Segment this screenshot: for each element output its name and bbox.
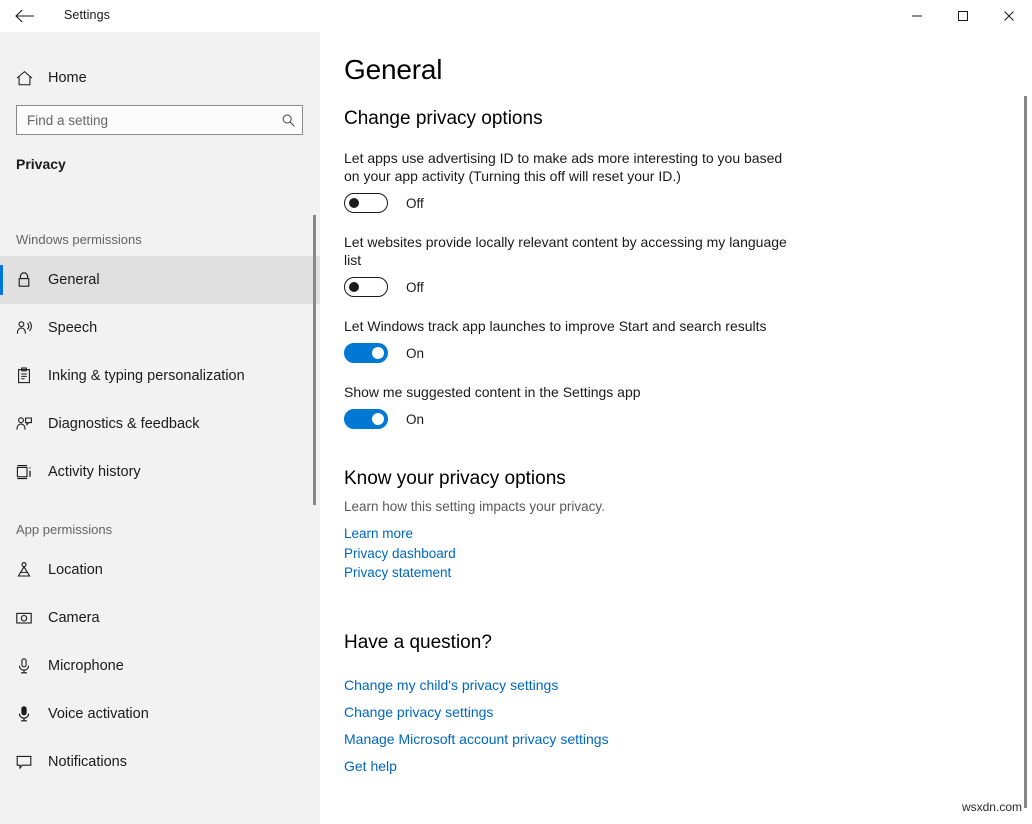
sidebar-item-activity-history[interactable]: Activity history — [0, 448, 320, 496]
sidebar-group-label-app-permissions: App permissions — [0, 512, 320, 546]
suggested-content-toggle[interactable] — [344, 409, 388, 429]
toggle-knob — [349, 282, 359, 292]
link-privacy-dashboard[interactable]: Privacy dashboard — [344, 544, 804, 564]
setting-toggle-row: Off — [344, 192, 804, 214]
link-change-privacy-settings[interactable]: Change privacy settings — [344, 699, 804, 726]
sidebar-item-camera[interactable]: Camera — [0, 594, 320, 642]
voice-activation-icon — [0, 705, 48, 723]
toggle-state-label: Off — [406, 196, 424, 211]
setting-app-launch-tracking: Let Windows track app launches to improv… — [344, 317, 804, 364]
app-launch-tracking-toggle[interactable] — [344, 343, 388, 363]
setting-description: Show me suggested content in the Setting… — [344, 383, 789, 401]
page-title: General — [344, 54, 442, 86]
maximize-button[interactable] — [940, 0, 986, 32]
language-list-toggle[interactable] — [344, 277, 388, 297]
sidebar-item-location[interactable]: Location — [0, 546, 320, 594]
window-title: Settings — [64, 8, 110, 22]
main-scrollbar-thumb[interactable] — [1024, 96, 1027, 808]
section-have-a-question: Have a question? Change my child's priva… — [344, 632, 804, 780]
setting-advertising-id: Let apps use advertising ID to make ads … — [344, 149, 804, 214]
close-button[interactable] — [986, 0, 1032, 32]
advertising-id-toggle[interactable] — [344, 193, 388, 213]
sidebar-item-inking-typing-personalization[interactable]: Inking & typing personalization — [0, 352, 320, 400]
watermark: wsxdn.com — [962, 800, 1022, 814]
toggle-state-label: On — [406, 346, 424, 361]
link-privacy-statement[interactable]: Privacy statement — [344, 563, 804, 583]
sidebar-item-label: Camera — [48, 610, 100, 626]
maximize-icon — [957, 10, 969, 22]
lock-icon — [0, 271, 48, 289]
sidebar-item-general[interactable]: General — [0, 256, 320, 304]
person-feedback-icon — [0, 415, 48, 433]
setting-toggle-row: Off — [344, 276, 804, 298]
toggle-state-label: Off — [406, 280, 424, 295]
sidebar-item-label: Location — [48, 562, 103, 578]
link-change-child-privacy-settings[interactable]: Change my child's privacy settings — [344, 672, 804, 699]
activity-history-icon — [0, 463, 48, 481]
back-arrow-icon — [15, 9, 35, 23]
sidebar-item-label: Diagnostics & feedback — [48, 416, 200, 432]
camera-icon — [0, 609, 48, 627]
section-heading: Know your privacy options — [344, 468, 804, 490]
sidebar-scrollbar-thumb[interactable] — [313, 215, 316, 505]
setting-toggle-row: On — [344, 342, 804, 364]
toggle-knob — [372, 347, 384, 359]
sidebar-item-microphone[interactable]: Microphone — [0, 642, 320, 690]
clipboard-pen-icon — [0, 367, 48, 385]
section-heading: Change privacy options — [344, 108, 804, 130]
setting-language-list: Let websites provide locally relevant co… — [344, 233, 804, 298]
setting-suggested-content: Show me suggested content in the Setting… — [344, 383, 804, 430]
sidebar-item-speech[interactable]: Speech — [0, 304, 320, 352]
sidebar-item-voice-activation[interactable]: Voice activation — [0, 690, 320, 738]
toggle-knob — [349, 198, 359, 208]
window-controls — [894, 0, 1032, 32]
home-icon — [0, 69, 48, 88]
microphone-icon — [0, 657, 48, 675]
location-pin-icon — [0, 561, 48, 579]
privacy-links-list: Learn more Privacy dashboard Privacy sta… — [344, 524, 804, 583]
close-icon — [1003, 10, 1015, 22]
sidebar-item-label: Notifications — [48, 754, 127, 770]
toggle-state-label: On — [406, 412, 424, 427]
sidebar-item-label: Voice activation — [48, 706, 149, 722]
setting-description: Let websites provide locally relevant co… — [344, 233, 789, 269]
search-box[interactable] — [16, 105, 303, 135]
link-get-help[interactable]: Get help — [344, 753, 804, 780]
sidebar-item-notifications[interactable]: Notifications — [0, 738, 320, 786]
search-icon[interactable] — [276, 113, 296, 128]
title-bar: Settings — [0, 0, 1032, 32]
sidebar-item-label: Microphone — [48, 658, 124, 674]
main-content: General Change privacy options Let apps … — [320, 32, 1032, 824]
person-speaking-icon — [0, 319, 48, 337]
setting-description: Let Windows track app launches to improv… — [344, 317, 789, 335]
settings-window: Settings — [0, 0, 1032, 824]
link-learn-more[interactable]: Learn more — [344, 524, 804, 544]
sidebar-item-label: Speech — [48, 320, 97, 336]
minimize-icon — [911, 10, 923, 22]
section-subtitle: Learn how this setting impacts your priv… — [344, 499, 804, 514]
sidebar-nav-list: Windows permissions General — [0, 222, 320, 786]
link-manage-microsoft-account-privacy-settings[interactable]: Manage Microsoft account privacy setting… — [344, 726, 804, 753]
notification-bubble-icon — [0, 753, 48, 771]
setting-description: Let apps use advertising ID to make ads … — [344, 149, 789, 185]
sidebar-group-label-windows-permissions: Windows permissions — [0, 222, 320, 256]
sidebar-home-label: Home — [48, 70, 87, 86]
sidebar-item-label: General — [48, 272, 100, 288]
sidebar-category-title: Privacy — [16, 156, 66, 172]
sidebar-item-diagnostics-feedback[interactable]: Diagnostics & feedback — [0, 400, 320, 448]
sidebar-item-label: Inking & typing personalization — [48, 368, 245, 384]
back-button[interactable] — [6, 0, 44, 32]
sidebar-item-home[interactable]: Home — [0, 59, 320, 97]
question-links-list: Change my child's privacy settings Chang… — [344, 672, 804, 780]
minimize-button[interactable] — [894, 0, 940, 32]
search-input[interactable] — [27, 113, 276, 128]
section-change-privacy-options: Change privacy options Let apps use adve… — [344, 108, 804, 430]
section-heading: Have a question? — [344, 632, 804, 654]
toggle-knob — [372, 413, 384, 425]
section-know-your-privacy-options: Know your privacy options Learn how this… — [344, 468, 804, 583]
sidebar-item-label: Activity history — [48, 464, 141, 480]
search-container — [16, 105, 303, 135]
sidebar: Home Privacy Windows permissions — [0, 32, 320, 824]
setting-toggle-row: On — [344, 408, 804, 430]
